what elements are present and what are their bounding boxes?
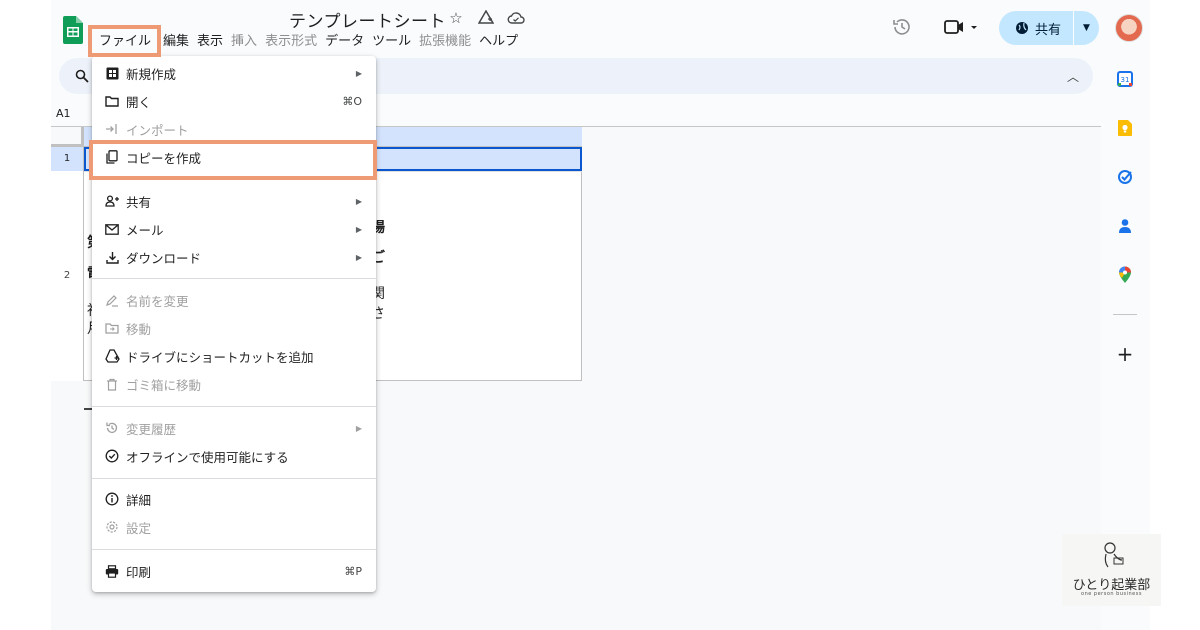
- sheets-logo-icon[interactable]: [63, 16, 83, 44]
- drive-add-icon: [104, 348, 120, 364]
- svg-text:31: 31: [1121, 76, 1130, 84]
- menu-item-open[interactable]: 開く ⌘O: [92, 87, 376, 115]
- menu-item-label: ダウンロード: [126, 250, 202, 266]
- submenu-arrow-icon: ▶: [355, 196, 362, 206]
- star-icon[interactable]: ☆: [446, 8, 466, 28]
- menu-item-settings[interactable]: 設定: [92, 513, 376, 541]
- menu-item-share[interactable]: 共有 ▶: [92, 187, 376, 215]
- menu-item-label: ゴミ箱に移動: [126, 377, 202, 393]
- menu-item-label: 新規作成: [126, 66, 177, 82]
- collapse-toolbar-icon[interactable]: ︿: [1067, 68, 1079, 85]
- menu-item-label: オフラインで使用可能にする: [126, 449, 289, 465]
- menu-extensions[interactable]: 拡張機能: [415, 32, 475, 52]
- globe-icon: [1016, 22, 1028, 34]
- print-icon: [104, 563, 120, 579]
- cloud-saved-icon[interactable]: [506, 8, 526, 28]
- trash-icon: [104, 376, 120, 392]
- menu-file[interactable]: ファイル: [95, 32, 155, 52]
- menu-item-label: 変更履歴: [126, 421, 177, 437]
- menu-item-label: 詳細: [126, 492, 152, 508]
- menu-data[interactable]: データ: [321, 32, 368, 52]
- menu-item-details[interactable]: 詳細: [92, 485, 376, 513]
- menu-item-label: コピーを作成: [126, 150, 202, 166]
- move-to-drive-icon[interactable]: [476, 8, 496, 28]
- shortcut-label: ⌘O: [342, 94, 362, 108]
- menu-item-label: ドライブにショートカットを追加: [126, 349, 314, 365]
- info-icon: [104, 491, 120, 507]
- share-label: 共有: [1035, 22, 1062, 38]
- submenu-arrow-icon: ▶: [355, 68, 362, 78]
- folder-icon: [104, 93, 120, 109]
- row-header-2[interactable]: 2: [51, 171, 84, 381]
- menu-item-make-copy[interactable]: コピーを作成: [92, 143, 376, 171]
- menu-item-label: 名前を変更: [126, 293, 189, 309]
- menu-insert[interactable]: 挿入: [227, 32, 261, 52]
- contacts-icon[interactable]: [1116, 217, 1134, 235]
- mail-icon: [104, 221, 120, 237]
- row-header-1[interactable]: 1: [51, 147, 84, 171]
- move-folder-icon: [104, 320, 120, 336]
- add-addon-icon[interactable]: +: [1116, 342, 1134, 366]
- share-button[interactable]: 共有 ▼: [999, 11, 1099, 45]
- menu-item-print[interactable]: 印刷 ⌘P: [92, 557, 376, 585]
- menu-item-download[interactable]: ダウンロード ▶: [92, 243, 376, 271]
- share-main-button[interactable]: 共有: [999, 11, 1073, 45]
- menu-item-move[interactable]: 移動: [92, 314, 376, 342]
- menu-format[interactable]: 表示形式: [261, 32, 321, 52]
- rename-icon: [104, 292, 120, 308]
- menu-item-new[interactable]: 新規作成 ▶: [92, 59, 376, 87]
- name-box[interactable]: A1: [56, 107, 71, 120]
- watermark-logo: ひとり起業部 one person business: [1062, 534, 1161, 606]
- menu-bar: ファイル 編集 表示 挿入 表示形式 データ ツール 拡張機能 ヘルプ: [95, 32, 522, 52]
- menu-item-email[interactable]: メール ▶: [92, 215, 376, 243]
- select-all-corner[interactable]: [51, 127, 84, 147]
- menu-view[interactable]: 表示: [193, 32, 227, 52]
- menu-item-label: 共有: [126, 194, 152, 210]
- user-avatar[interactable]: [1115, 14, 1143, 42]
- watermark-subtext: one person business: [1081, 591, 1142, 597]
- document-title[interactable]: テンプレートシート: [289, 7, 446, 32]
- submenu-arrow-icon: ▶: [355, 224, 362, 234]
- menu-item-label: インポート: [126, 122, 189, 138]
- menu-item-label: 印刷: [126, 564, 152, 580]
- maps-icon[interactable]: [1116, 266, 1134, 284]
- menu-item-version-history[interactable]: 変更履歴 ▶: [92, 414, 376, 442]
- watermark-illustration-icon: [1104, 542, 1124, 568]
- menu-item-offline[interactable]: オフラインで使用可能にする: [92, 442, 376, 470]
- meet-camera-icon[interactable]: [943, 16, 983, 38]
- submenu-arrow-icon: ▶: [355, 252, 362, 262]
- copy-icon: [104, 149, 120, 165]
- menu-item-import[interactable]: インポート: [92, 115, 376, 143]
- menu-item-label: 移動: [126, 321, 152, 337]
- sheets-app: テンプレートシート ☆ ファイル 編集 表示 挿入 表示形式 データ ツール 拡…: [51, 0, 1150, 630]
- calendar-icon[interactable]: 31: [1116, 70, 1134, 88]
- menu-item-trash[interactable]: ゴミ箱に移動: [92, 370, 376, 398]
- menu-help[interactable]: ヘルプ: [475, 32, 522, 52]
- version-history-icon[interactable]: [891, 16, 913, 38]
- new-spreadsheet-icon: [104, 65, 120, 81]
- menu-item-label: 開く: [126, 94, 152, 110]
- menu-item-add-shortcut[interactable]: ドライブにショートカットを追加: [92, 342, 376, 370]
- share-dropdown-caret-icon[interactable]: ▼: [1074, 23, 1099, 33]
- menu-item-label: 設定: [126, 520, 152, 536]
- tasks-icon[interactable]: [1116, 168, 1134, 186]
- shortcut-label: ⌘P: [344, 564, 362, 578]
- menu-edit[interactable]: 編集: [159, 32, 193, 52]
- offline-check-icon: [104, 448, 120, 464]
- keep-icon[interactable]: [1116, 119, 1134, 137]
- search-menus-icon[interactable]: [75, 69, 89, 83]
- person-add-icon: [104, 193, 120, 209]
- menu-item-label: メール: [126, 222, 164, 238]
- import-icon: [104, 121, 120, 137]
- download-icon: [104, 249, 120, 265]
- menu-tools[interactable]: ツール: [368, 32, 415, 52]
- submenu-arrow-icon: ▶: [355, 423, 362, 433]
- settings-icon: [104, 519, 120, 535]
- menu-item-rename[interactable]: 名前を変更: [92, 286, 376, 314]
- history-icon: [104, 420, 120, 436]
- file-menu-dropdown: 新規作成 ▶ 開く ⌘O インポート コピーを作成 共有 ▶ メール ▶ ダウン…: [92, 56, 376, 592]
